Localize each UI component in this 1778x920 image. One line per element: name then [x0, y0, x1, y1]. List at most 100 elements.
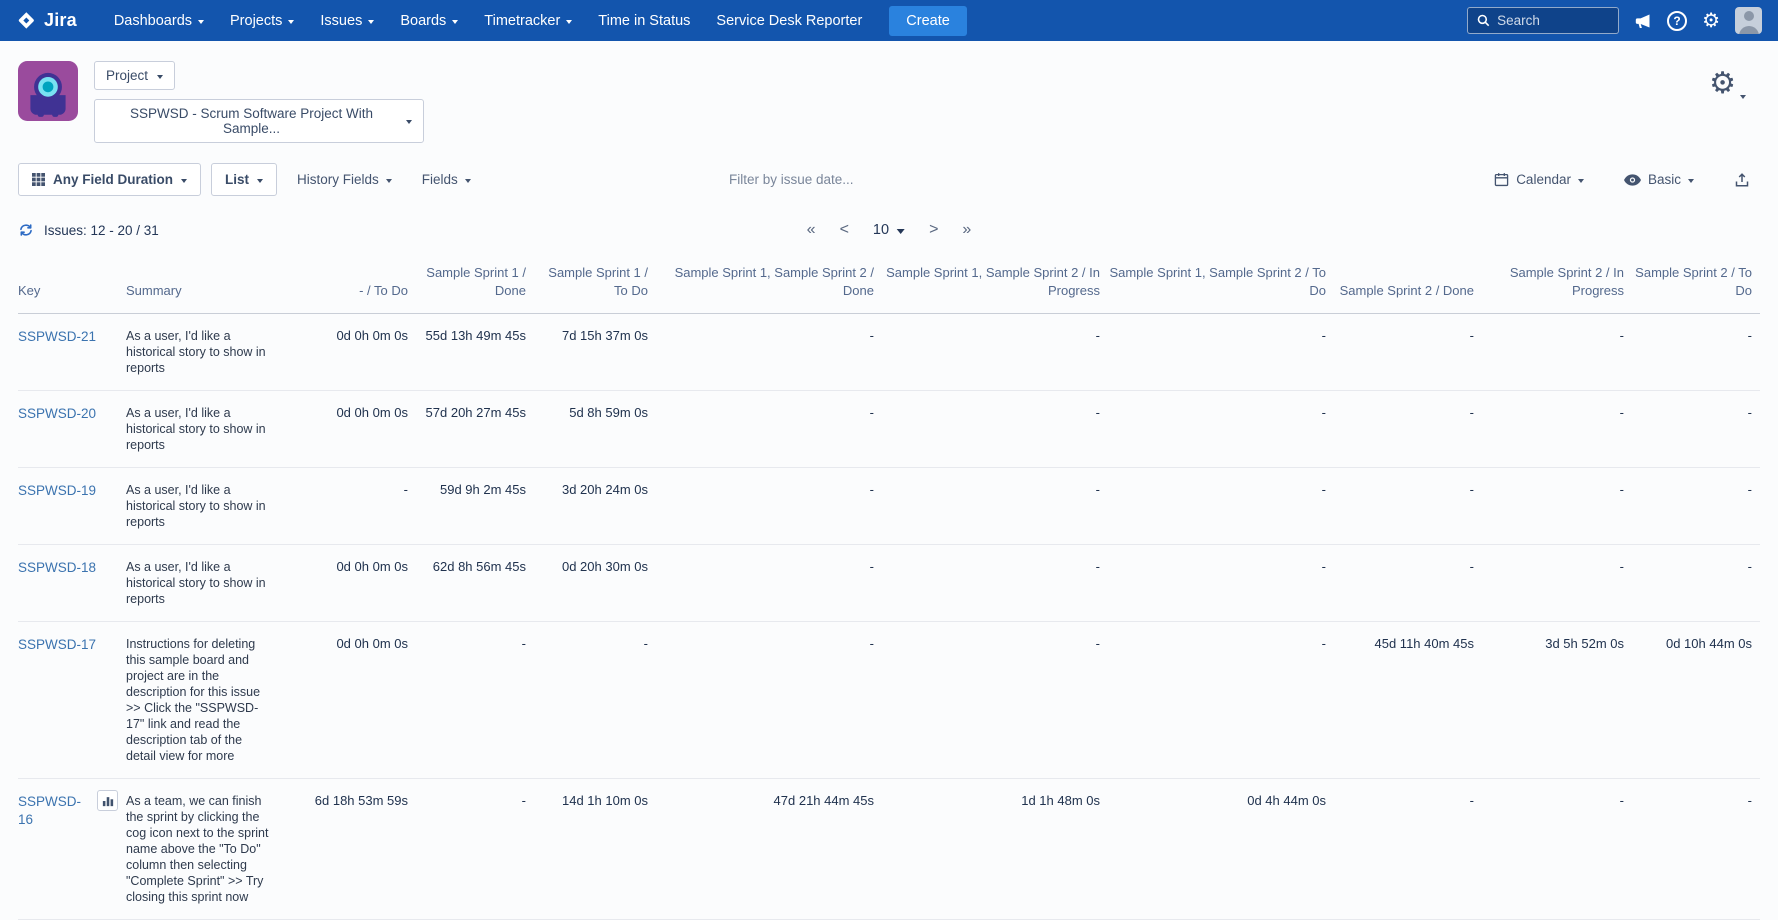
- nav-menu: Dashboards ProjectsIssues Boards Timetracke…: [101, 0, 875, 41]
- chevron-down-icon: [257, 179, 263, 183]
- history-fields-select[interactable]: History Fields: [287, 164, 402, 195]
- nav-item-timetracker[interactable]: Timetracker: [471, 0, 585, 41]
- issue-summary: As a user, I'd like a historical story t…: [126, 545, 298, 622]
- issues-info: Issues: 12 - 20 / 31: [18, 222, 159, 238]
- duration-cell: -: [1482, 779, 1632, 920]
- duration-cell: -: [882, 468, 1108, 545]
- issues-header-row: KeySummary- / To DoSample Sprint 1 / Don…: [18, 252, 1760, 314]
- nav-item-service-desk-reporter[interactable]: Service Desk Reporter: [703, 0, 875, 41]
- duration-cell: 0d 4h 44m 0s: [1108, 779, 1334, 920]
- gear-icon[interactable]: ⚙: [1702, 11, 1720, 31]
- project-type-select[interactable]: Project: [94, 61, 175, 90]
- pagination-last-button[interactable]: »: [962, 222, 971, 238]
- issue-date-filter-input[interactable]: [729, 172, 1049, 187]
- report-settings-gear-button[interactable]: ⚙: [1709, 61, 1760, 99]
- duration-cell: 59d 9h 2m 45s: [416, 468, 534, 545]
- duration-cell: 62d 8h 56m 45s: [416, 545, 534, 622]
- nav-item-dashboards[interactable]: Dashboards: [101, 0, 217, 41]
- issue-key-link[interactable]: SSPWSD-16: [18, 793, 88, 828]
- nav-item-boards[interactable]: Boards: [387, 0, 471, 41]
- pagination-prev-button[interactable]: <: [840, 222, 849, 238]
- top-nav: Jira Dashboards ProjectsIssues Boards Timet…: [0, 0, 1778, 41]
- project-header: Project SSPWSD - Scrum Software Project …: [0, 41, 1778, 155]
- field-duration-label: Any Field Duration: [53, 172, 173, 187]
- issues-table-wrap: KeySummary- / To DoSample Sprint 1 / Don…: [0, 252, 1778, 920]
- issue-key-link[interactable]: SSPWSD-20: [18, 405, 96, 423]
- export-icon[interactable]: [1724, 164, 1760, 196]
- nav-item-label: Dashboards: [114, 13, 192, 29]
- nav-item-label: Service Desk Reporter: [716, 13, 862, 29]
- nav-item-time-in-status[interactable]: Time in Status: [585, 0, 703, 41]
- issue-summary: As a user, I'd like a historical story t…: [126, 391, 298, 468]
- column-header-key: Key: [18, 252, 126, 314]
- column-header-to-do: - / To Do: [298, 252, 416, 314]
- duration-cell: -: [1334, 314, 1482, 391]
- project-selects: Project SSPWSD - Scrum Software Project …: [94, 61, 424, 143]
- duration-cell: 5d 8h 59m 0s: [534, 391, 656, 468]
- history-fields-label: History Fields: [297, 172, 379, 187]
- duration-cell: -: [656, 468, 882, 545]
- issue-summary: As a user, I'd like a historical story t…: [126, 314, 298, 391]
- nav-item-label: Time in Status: [598, 13, 690, 29]
- column-header-sample-sprint-2-to-do: Sample Sprint 2 / To Do: [1632, 252, 1760, 314]
- duration-cell: 7d 15h 37m 0s: [534, 314, 656, 391]
- eye-icon: [1624, 174, 1641, 186]
- view-mode-label: Basic: [1648, 172, 1681, 187]
- column-header-sample-sprint-1-done: Sample Sprint 1 / Done: [416, 252, 534, 314]
- field-duration-select[interactable]: Any Field Duration: [18, 163, 201, 196]
- pagination-first-button[interactable]: «: [807, 222, 816, 238]
- project-type-label: Project: [106, 68, 148, 83]
- duration-cell: -: [1108, 314, 1334, 391]
- duration-cell: -: [1482, 391, 1632, 468]
- issue-key-link[interactable]: SSPWSD-18: [18, 559, 96, 577]
- view-mode-select[interactable]: Basic: [1614, 164, 1704, 195]
- nav-item-projects[interactable]: Projects: [217, 0, 307, 41]
- chevron-down-icon: [452, 20, 458, 24]
- create-button[interactable]: Create: [889, 6, 967, 36]
- duration-cell: -: [1334, 779, 1482, 920]
- toolbar-right: Calendar Basic: [1484, 164, 1760, 196]
- nav-item-label: Boards: [400, 13, 446, 29]
- duration-cell: 0d 20h 30m 0s: [534, 545, 656, 622]
- duration-cell: 0d 0h 0m 0s: [298, 545, 416, 622]
- issue-key-link[interactable]: SSPWSD-21: [18, 328, 96, 346]
- gear-glyph: ⚙: [1702, 11, 1720, 31]
- chart-icon-button[interactable]: [97, 790, 118, 811]
- header-right: ⚙: [1709, 61, 1760, 99]
- nav-right: ? ⚙: [1467, 7, 1762, 34]
- duration-cell: -: [1482, 545, 1632, 622]
- issue-key-link[interactable]: SSPWSD-19: [18, 482, 96, 500]
- search-input[interactable]: [1497, 13, 1609, 28]
- pagination-next-button[interactable]: >: [929, 222, 938, 238]
- issue-summary: As a team, we can finish the sprint by c…: [126, 779, 298, 920]
- view-select[interactable]: List: [211, 163, 277, 196]
- fields-label: Fields: [422, 172, 458, 187]
- duration-cell: -: [656, 622, 882, 779]
- calendar-select[interactable]: Calendar: [1484, 164, 1594, 195]
- jira-logo[interactable]: Jira: [16, 10, 77, 31]
- page-size-select[interactable]: 10: [873, 222, 905, 238]
- duration-cell: -: [1334, 391, 1482, 468]
- duration-cell: -: [882, 391, 1108, 468]
- help-icon[interactable]: ?: [1667, 11, 1687, 31]
- column-header-sample-sprint-1-sample-sprint-2-in-progress: Sample Sprint 1, Sample Sprint 2 / In Pr…: [882, 252, 1108, 314]
- user-avatar[interactable]: [1735, 7, 1762, 34]
- chevron-down-icon: [1688, 179, 1694, 183]
- column-header-sample-sprint-2-in-progress: Sample Sprint 2 / In Progress: [1482, 252, 1632, 314]
- chevron-down-icon: [181, 179, 187, 183]
- duration-cell: -: [1632, 314, 1760, 391]
- duration-cell: 1d 1h 48m 0s: [882, 779, 1108, 920]
- calendar-label: Calendar: [1516, 172, 1571, 187]
- announcement-icon[interactable]: [1634, 12, 1652, 30]
- refresh-icon[interactable]: [18, 222, 34, 238]
- duration-cell: -: [1632, 545, 1760, 622]
- table-row: SSPWSD-19As a user, I'd like a historica…: [18, 468, 1760, 545]
- duration-cell: -: [1632, 468, 1760, 545]
- fields-select[interactable]: Fields: [412, 164, 481, 195]
- nav-item-issues[interactable]: Issues: [307, 0, 387, 41]
- search-icon: [1477, 14, 1490, 27]
- project-select-value: SSPWSD - Scrum Software Project With Sam…: [106, 106, 397, 136]
- project-select[interactable]: SSPWSD - Scrum Software Project With Sam…: [94, 99, 424, 143]
- issue-key-link[interactable]: SSPWSD-17: [18, 636, 96, 654]
- calendar-icon: [1494, 172, 1509, 187]
